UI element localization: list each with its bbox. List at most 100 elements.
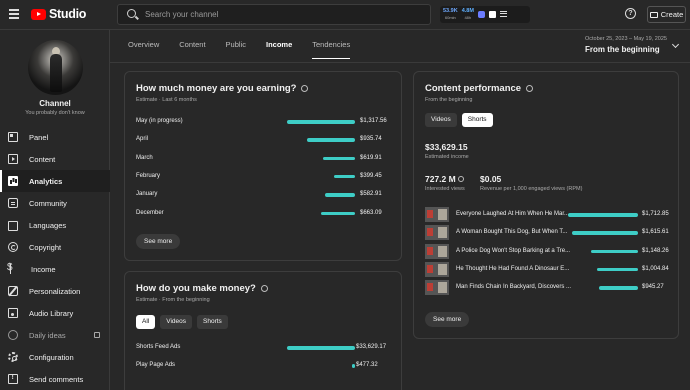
estimated-income-value: $33,629.15: [425, 142, 468, 152]
earnings-bar: [324, 193, 355, 197]
logo-text: Studio: [49, 7, 87, 21]
menu-icon[interactable]: [9, 9, 19, 19]
video-income-bar: [571, 231, 638, 235]
sidebar-item-configuration[interactable]: Configuration: [0, 346, 110, 368]
video-title[interactable]: He Thought He Had Found A Dinosaur E...: [456, 266, 569, 272]
income-source-name: Shorts Feed Ads: [136, 344, 181, 350]
income-source-bar: [351, 364, 355, 368]
chip-all[interactable]: All: [136, 315, 156, 329]
see-more-button[interactable]: See more: [425, 312, 470, 327]
date-range-picker[interactable]: October 25, 2023 – May 19, 2025 From the…: [585, 36, 667, 54]
sidebar-item-languages[interactable]: Languages: [0, 214, 110, 236]
ideas-icon: [8, 330, 18, 340]
video-row[interactable]: Man Finds Chain In Backyard, Discovers .…: [425, 280, 675, 296]
extension-icon[interactable]: [477, 11, 485, 18]
video-row[interactable]: Everyone Laughed At Him When He Mar... $1…: [425, 207, 675, 222]
earnings-amount: $399.45: [360, 172, 382, 179]
sidebar-item-daily-ideas[interactable]: Daily ideas: [0, 324, 110, 346]
extension-menu-icon[interactable]: [499, 10, 507, 19]
video-income-bar: [568, 213, 638, 217]
earnings-subtitle: Estimate · Last 6 months: [136, 97, 197, 103]
earnings-bar: [320, 211, 355, 215]
create-button[interactable]: Create: [647, 6, 686, 23]
chip-videos[interactable]: Videos: [160, 315, 192, 329]
tab-public[interactable]: Public: [226, 40, 246, 59]
sidebar-item-content[interactable]: Content: [0, 148, 110, 170]
income-source-amount: $477.32: [356, 362, 378, 368]
see-more-button[interactable]: See more: [136, 234, 181, 249]
video-income-amount: $945.27: [642, 284, 664, 291]
tab-tendencies[interactable]: Tendencies: [312, 40, 350, 59]
studio-app: Studio Search your channel 53.9K 60min 4…: [0, 0, 690, 390]
video-row[interactable]: A Woman Bought This Dog, But When T... $1…: [425, 225, 675, 241]
sidebar: Channel You probably don't know Panel Co…: [0, 30, 110, 390]
languages-icon: [8, 221, 18, 231]
sources-title: How do you make money?: [136, 283, 268, 294]
chip-videos[interactable]: Videos: [425, 113, 457, 127]
tab-content[interactable]: Content: [179, 40, 205, 59]
video-row[interactable]: A Police Dog Won't Stop Barking at a Tre…: [425, 243, 675, 259]
search-bar[interactable]: Search your channel: [117, 4, 431, 25]
video-title[interactable]: Everyone Laughed At Him When He Mar...: [456, 211, 569, 217]
sidebar-item-community[interactable]: Community: [0, 192, 110, 214]
income-icon: [7, 262, 20, 274]
info-icon[interactable]: [458, 176, 465, 182]
sidebar-item-audio-library[interactable]: Audio Library: [0, 302, 110, 324]
earnings-row: March $619.91: [136, 154, 394, 164]
video-row[interactable]: He Thought He Had Found A Dinosaur E... $…: [425, 261, 675, 277]
search-icon[interactable]: [127, 9, 136, 18]
income-source-row: Shorts Feed Ads $33,629.17: [136, 343, 394, 353]
earnings-amount: $935.74: [360, 136, 382, 143]
video-thumbnail[interactable]: [425, 280, 449, 296]
earnings-month: April: [136, 136, 149, 143]
community-icon: [8, 198, 18, 208]
video-income-amount: $1,004.84: [642, 265, 669, 272]
video-thumbnail[interactable]: [425, 225, 449, 241]
content-icon: [8, 154, 18, 164]
info-icon[interactable]: [260, 285, 268, 292]
sidebar-item-send-comments[interactable]: Send comments: [0, 368, 110, 390]
sources-subtitle: Estimate · From the beginning: [136, 297, 210, 303]
sidebar-nav: Panel Content Analytics Community Langua…: [0, 126, 110, 390]
create-label: Create: [660, 10, 684, 19]
earnings-amount: $1,317.56: [360, 118, 387, 124]
extension-toggle-icon[interactable]: [488, 11, 496, 18]
sidebar-item-copyright[interactable]: Copyright: [0, 236, 110, 258]
info-icon[interactable]: [526, 85, 534, 92]
earnings-row: January $582.91: [136, 190, 394, 200]
earnings-month: May (in progress): [136, 118, 183, 124]
performance-subtitle: From the beginning: [425, 97, 473, 103]
tabs-divider: [110, 62, 690, 63]
sidebar-item-panel[interactable]: Panel: [0, 126, 110, 148]
rpm-value: $0.05: [480, 174, 502, 184]
studio-logo[interactable]: Studio: [31, 7, 86, 21]
channel-name[interactable]: Channel: [0, 99, 110, 108]
video-income-amount: $1,615.61: [642, 229, 669, 236]
chip-shorts[interactable]: Shorts: [197, 315, 228, 329]
sidebar-item-personalization[interactable]: Personalization: [0, 280, 110, 302]
top-bar: Studio Search your channel 53.9K 60min 4…: [0, 0, 690, 30]
video-title[interactable]: A Police Dog Won't Stop Barking at a Tre…: [456, 248, 570, 254]
earnings-amount: $582.91: [360, 191, 382, 198]
chevron-down-icon[interactable]: [671, 40, 680, 49]
chip-shorts[interactable]: Shorts: [461, 113, 493, 127]
earnings-month: February: [136, 172, 161, 179]
channel-avatar[interactable]: [28, 40, 83, 95]
earnings-bar: [323, 156, 355, 161]
video-title[interactable]: A Woman Bought This Dog, But When T...: [456, 229, 567, 235]
tab-income[interactable]: Income: [266, 40, 292, 59]
sidebar-item-income[interactable]: Income: [0, 258, 110, 280]
help-icon[interactable]: ?: [625, 8, 636, 19]
extension-stats[interactable]: 53.9K 60min 4.8M 48h: [440, 6, 530, 23]
video-income-amount: $1,148.26: [642, 247, 669, 254]
info-icon[interactable]: [301, 85, 309, 92]
income-source-bar: [287, 346, 355, 350]
tab-overview[interactable]: Overview: [128, 40, 159, 59]
search-placeholder[interactable]: Search your channel: [145, 10, 218, 19]
video-camera-icon: [649, 11, 658, 18]
sidebar-item-analytics[interactable]: Analytics: [0, 170, 110, 192]
video-title[interactable]: Man Finds Chain In Backyard, Discovers .…: [456, 284, 571, 290]
video-thumbnail[interactable]: [425, 207, 449, 222]
video-thumbnail[interactable]: [425, 243, 449, 259]
video-thumbnail[interactable]: [425, 261, 449, 277]
